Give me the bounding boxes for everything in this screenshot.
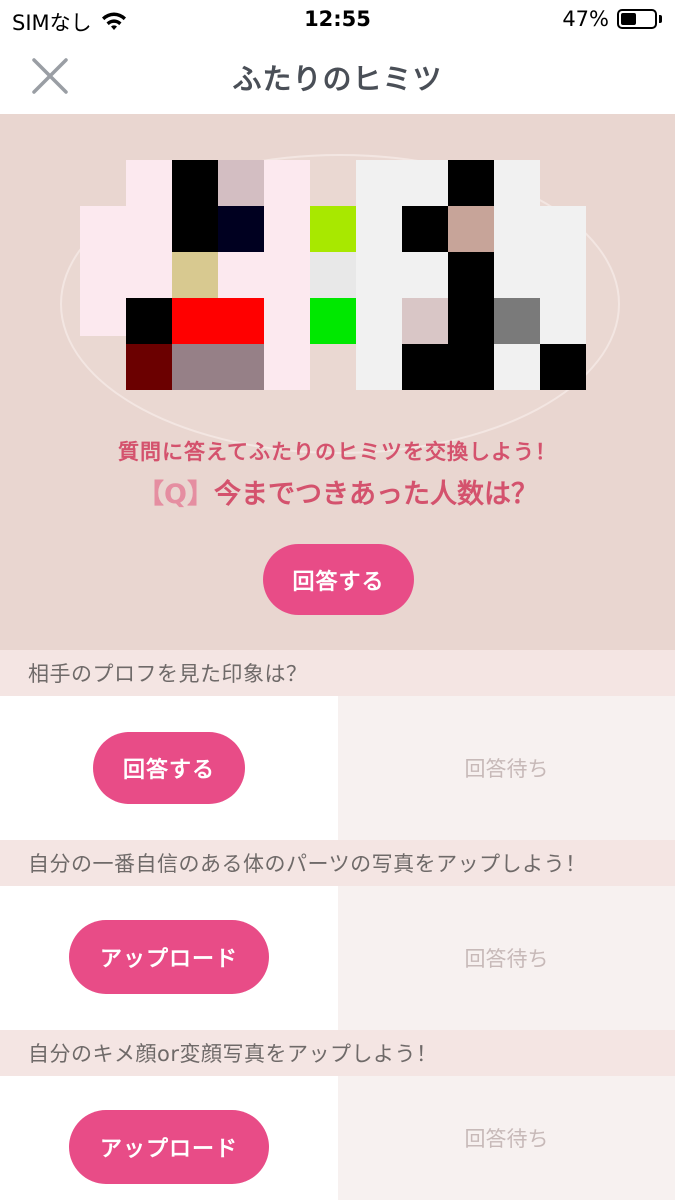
battery-icon xyxy=(617,8,663,30)
partner-status: 回答待ち xyxy=(338,696,675,840)
question-text: 今までつきあった人数は？ xyxy=(213,479,538,510)
hero-illustration xyxy=(80,160,586,392)
question-row: アップロード 回答待ち xyxy=(0,1076,675,1200)
nav-bar: ふたりのヒミツ xyxy=(0,40,675,112)
hero-question: 【Q】今までつきあった人数は？ xyxy=(0,472,675,511)
hero-subtitle: 質問に答えてふたりのヒミツを交換しよう！ xyxy=(118,440,557,464)
hero-answer-button[interactable]: 回答する xyxy=(263,544,414,615)
partner-status: 回答待ち xyxy=(338,1076,675,1200)
status-bar: SIMなし 12:55 47% xyxy=(0,0,675,40)
status-right: 47% xyxy=(562,7,663,31)
answer-button[interactable]: 回答する xyxy=(93,732,245,804)
question-prefix: 【Q】 xyxy=(137,479,214,510)
question-header: 自分のキメ顔or変顔写真をアップしよう！ xyxy=(0,1030,675,1076)
hero-section: 質問に答えてふたりのヒミツを交換しよう！ 【Q】今までつきあった人数は？ 回答す… xyxy=(0,114,675,650)
battery-percent: 47% xyxy=(562,7,609,31)
upload-button[interactable]: アップロード xyxy=(69,1110,269,1184)
page-title: ふたりのヒミツ xyxy=(232,62,443,96)
question-header: 相手のプロフを見た印象は？ xyxy=(0,650,675,696)
question-row: 回答する 回答待ち xyxy=(0,696,675,840)
upload-button[interactable]: アップロード xyxy=(69,920,269,994)
question-row: アップロード 回答待ち xyxy=(0,886,675,1030)
question-header: 自分の一番自信のある体のパーツの写真をアップしよう！ xyxy=(0,840,675,886)
partner-status: 回答待ち xyxy=(338,886,675,1030)
